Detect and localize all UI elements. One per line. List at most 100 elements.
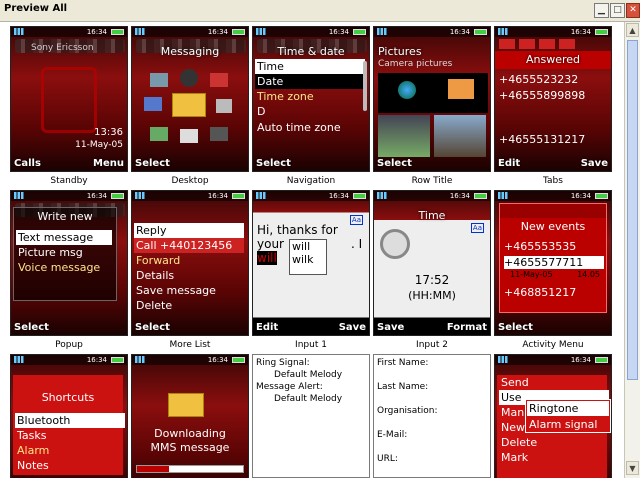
status-clock: 16:34 <box>86 192 107 200</box>
shortcut-item: Notes <box>17 459 49 472</box>
battery-icon <box>111 357 124 363</box>
signal-icon <box>14 356 26 363</box>
battery-icon <box>232 29 245 35</box>
status-clock: 16:34 <box>328 192 349 200</box>
field-label: Last Name: <box>377 382 429 392</box>
scroll-down-arrow-icon[interactable]: ▼ <box>626 461 639 475</box>
softkey-left: Select <box>135 322 170 333</box>
time-value: 17:52 <box>414 273 450 287</box>
phone-screen: 16:34 Reply Call +440123456 Forward Deta… <box>131 190 249 336</box>
status-bar: 16:34 <box>11 355 127 365</box>
battery-icon <box>353 193 366 199</box>
submenu-popup: Ringtone Alarm signal <box>525 399 611 433</box>
signal-icon <box>498 28 510 35</box>
shortcut-item: Tasks <box>17 429 47 442</box>
maximize-button[interactable]: □ <box>610 3 625 18</box>
status-clock: 16:34 <box>570 192 591 200</box>
event-item: +465553535 <box>504 240 577 253</box>
signal-icon <box>135 192 147 199</box>
preview-caption: Row Title <box>411 176 453 186</box>
app-icon <box>180 129 198 143</box>
softkey-right: Save <box>338 322 366 333</box>
popup-item: Text message <box>16 230 112 245</box>
battery-icon <box>232 357 245 363</box>
phone-screen: 16:34 Messaging Select <box>131 26 249 172</box>
scroll-up-arrow-icon[interactable]: ▲ <box>626 23 639 37</box>
phone-screen: 16:34 Write new Text message Picture msg… <box>10 190 128 336</box>
close-button[interactable]: ✕ <box>626 3 640 18</box>
signal-icon <box>256 192 268 199</box>
preview-caption: Input 1 <box>295 340 327 350</box>
popup-item: Voice message <box>18 261 101 274</box>
status-clock: 16:34 <box>207 28 228 36</box>
status-bar: 16:34 <box>495 27 611 37</box>
softkey-left: Select <box>256 158 291 169</box>
window-titlebar: Preview All ▁ □ ✕ <box>0 0 640 22</box>
input-text: your <box>257 237 284 251</box>
info-label: Ring Signal: <box>256 358 310 368</box>
status-clock: 16:34 <box>207 192 228 200</box>
tab-icon <box>539 39 555 49</box>
more-item: Forward <box>136 254 181 267</box>
info-value: Default Melody <box>274 394 343 404</box>
word-suggestion-popup: will wilk <box>289 239 327 275</box>
panel-title: New events <box>520 220 586 233</box>
window-title: Preview All <box>4 3 68 14</box>
info-label: Message Alert: <box>256 382 323 392</box>
standby-date: 11-May-05 <box>75 140 123 150</box>
download-text: MMS message <box>150 441 230 454</box>
menu-item: Date <box>255 74 365 89</box>
text-mode-indicator: Aa <box>349 215 363 225</box>
field-label: First Name: <box>377 358 429 368</box>
battery-icon <box>595 29 608 35</box>
status-clock: 16:34 <box>86 356 107 364</box>
status-bar: 16:34 <box>132 191 248 201</box>
desktop-icon-grid <box>142 67 238 153</box>
status-bar: 16:34 <box>253 191 369 201</box>
signal-icon <box>256 28 268 35</box>
event-item: +4655577711 <box>504 256 604 269</box>
phone-screen: 16:34 Shortcuts Bluetooth Tasks Alarm No… <box>10 354 128 478</box>
status-clock: 16:34 <box>570 28 591 36</box>
text-mode-indicator: Aa <box>470 223 484 233</box>
more-item: Reply <box>134 223 244 238</box>
call-entry: +46555131217 <box>499 133 586 146</box>
softkey-left: Edit <box>256 322 279 333</box>
minimize-button[interactable]: ▁ <box>594 3 609 18</box>
menu-item: D <box>257 105 266 118</box>
app-icon <box>150 73 168 87</box>
preview-caption: Standby <box>50 176 88 186</box>
softkey-right: Save <box>580 158 608 169</box>
phone-screen: 16:34 Time & date Time Date Time zone D … <box>252 26 370 172</box>
signal-icon <box>14 28 26 35</box>
status-clock: 16:34 <box>570 356 591 364</box>
signal-icon <box>14 192 26 199</box>
scrollbar-thumb[interactable] <box>627 40 638 380</box>
phone-screen: 16:34 Answered +4655523232 +46555899898 … <box>494 26 612 172</box>
softkey-left: Select <box>135 158 170 169</box>
activity-panel: New events +465553535 +4655577711 11-May… <box>499 203 607 313</box>
status-bar: 16:34 <box>495 191 611 201</box>
envelope-icon <box>168 393 204 417</box>
download-text: Downloading <box>154 427 226 440</box>
vertical-scrollbar[interactable]: ▲ ▼ <box>624 22 640 478</box>
suggestion-item: wilk <box>292 253 314 266</box>
tab-icon <box>559 39 575 49</box>
shortcut-item: Alarm <box>17 444 50 457</box>
status-bar: 16:34 <box>132 355 248 365</box>
picture-thumbnail <box>434 115 486 157</box>
battery-icon <box>111 29 124 35</box>
option-item: Send <box>501 376 529 389</box>
tab-icon <box>499 39 515 49</box>
more-item: Call +440123456 <box>134 238 244 253</box>
more-item: Details <box>136 269 175 282</box>
menu-item: Time <box>255 59 365 74</box>
signal-icon <box>135 356 147 363</box>
status-bar: 16:34 <box>11 191 127 201</box>
preview-area: 16:34 Sony Ericsson 13:36 11-May-05 Call… <box>0 22 624 478</box>
picture-thumbnail <box>378 115 430 157</box>
phone-screen: 16:34 Pictures Camera pictures Select <box>373 26 491 172</box>
wallpaper-shape <box>41 67 97 133</box>
tab-icon <box>519 39 535 49</box>
battery-icon <box>353 29 366 35</box>
